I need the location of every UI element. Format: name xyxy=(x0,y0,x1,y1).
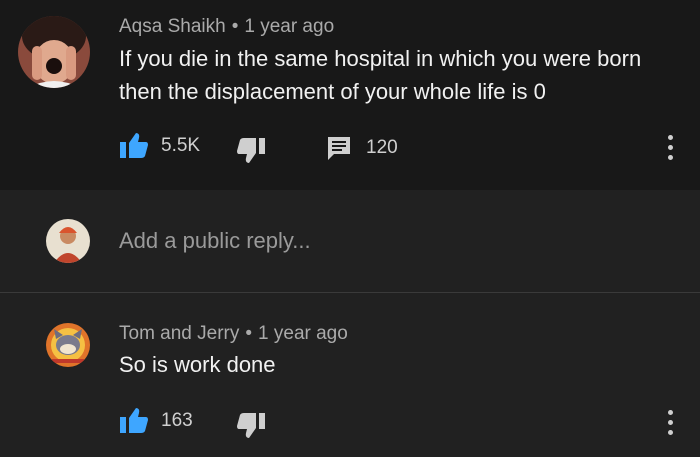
comment-text-line-1: If you die in the same hospital in which… xyxy=(119,46,642,71)
thumb-down-icon xyxy=(237,413,265,438)
like-count: 5.5K xyxy=(161,135,201,156)
like-button[interactable]: 5.5K xyxy=(119,132,200,160)
comment-text: If you die in the same hospital in which… xyxy=(119,42,679,108)
more-vert-icon-dot xyxy=(667,144,673,150)
comment-time[interactable]: 1 year ago xyxy=(258,323,348,344)
current-user-avatar xyxy=(46,219,90,263)
like-button[interactable]: 163 xyxy=(119,407,193,435)
more-vert-icon-dot xyxy=(667,154,673,160)
thumb-up-icon xyxy=(120,133,148,158)
more-vert-icon xyxy=(667,409,673,415)
comment-icon xyxy=(328,137,350,160)
reply-input[interactable]: Add a public reply... xyxy=(119,228,311,254)
thumb-up-icon xyxy=(120,408,148,433)
meta-separator: • xyxy=(231,16,239,37)
comment-text: So is work done xyxy=(119,352,276,377)
comment-text-line-2: then the displacement of your whole life… xyxy=(119,79,546,104)
comment-thread-1: Aqsa Shaikh • 1 year ago If you die in the… xyxy=(0,0,700,190)
reply-count: 120 xyxy=(366,137,398,158)
more-vert-icon-dot xyxy=(667,429,673,435)
author-name[interactable]: Tom and Jerry xyxy=(119,323,239,344)
thumb-down-icon xyxy=(237,138,265,163)
dislike-button[interactable] xyxy=(236,136,266,164)
comment-meta: Aqsa Shaikh • 1 year ago xyxy=(119,16,334,38)
author-name[interactable]: Aqsa Shaikh xyxy=(119,16,226,37)
meta-separator: • xyxy=(245,323,253,344)
more-vert-icon xyxy=(667,134,673,140)
more-options-button[interactable] xyxy=(663,402,677,442)
comment-meta: Tom and Jerry • 1 year ago xyxy=(119,323,348,345)
reply-count-button[interactable]: 120 xyxy=(326,135,398,161)
avatar-tom-and-jerry[interactable] xyxy=(46,323,90,367)
like-count: 163 xyxy=(161,410,193,431)
avatar-aqsa-shaikh[interactable] xyxy=(18,16,90,88)
comment-thread-2: Tom and Jerry • 1 year ago So is work done… xyxy=(0,293,700,457)
comment-time[interactable]: 1 year ago xyxy=(244,16,334,37)
more-vert-icon-dot xyxy=(667,419,673,425)
reply-box: Add a public reply... xyxy=(0,190,700,293)
more-options-button[interactable] xyxy=(663,127,677,167)
dislike-button[interactable] xyxy=(236,411,266,439)
